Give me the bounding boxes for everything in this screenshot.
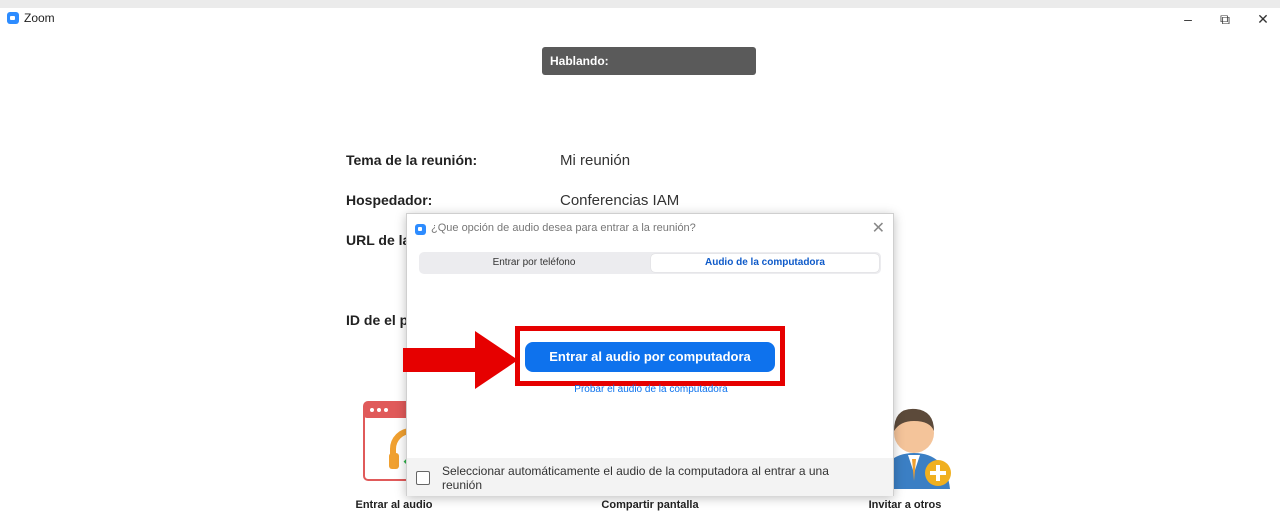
speaking-indicator: Hablando: — [542, 47, 756, 75]
join-audio-label: Entrar al audio — [355, 499, 433, 511]
tab-computer-audio[interactable]: Audio de la computadora — [651, 254, 879, 272]
auto-select-checkbox[interactable] — [416, 471, 430, 485]
title-bar: Zoom – ⧉ ✕ — [0, 8, 1280, 32]
red-arrow-icon — [403, 331, 518, 389]
url-label: URL de la — [346, 232, 411, 248]
minimize-icon[interactable]: – — [1173, 9, 1203, 29]
close-icon[interactable]: ✕ — [1248, 9, 1278, 29]
zoom-logo-icon — [415, 224, 426, 235]
share-screen-label: Compartir pantalla — [601, 499, 699, 511]
meeting-id-label: ID de el p — [346, 312, 409, 328]
restore-icon[interactable]: ⧉ — [1210, 9, 1240, 29]
audio-tabs: Entrar por teléfono Audio de la computad… — [419, 252, 881, 274]
close-icon[interactable]: ✕ — [872, 218, 885, 238]
window-title: Zoom — [24, 11, 55, 25]
host-label: Hospedador: — [346, 192, 433, 208]
topic-value: Mi reunión — [560, 152, 631, 169]
auto-select-label: Seleccionar automáticamente el audio de … — [442, 464, 829, 492]
join-computer-audio-button[interactable]: Entrar al audio por computadora — [525, 342, 775, 372]
zoom-window: Zoom – ⧉ ✕ Hablando: Tema de la reunión:… — [0, 8, 1280, 529]
host-value: Conferencias IAM — [560, 192, 680, 209]
invite-label: Invitar a otros — [868, 499, 942, 511]
auto-select-row: Seleccionar automáticamente el audio de … — [407, 458, 893, 496]
zoom-logo-icon — [7, 12, 19, 24]
dialog-title: ¿Que opción de audio desea para entrar a… — [431, 222, 696, 234]
topic-label: Tema de la reunión: — [346, 152, 478, 168]
tab-phone[interactable]: Entrar por teléfono — [421, 254, 647, 272]
